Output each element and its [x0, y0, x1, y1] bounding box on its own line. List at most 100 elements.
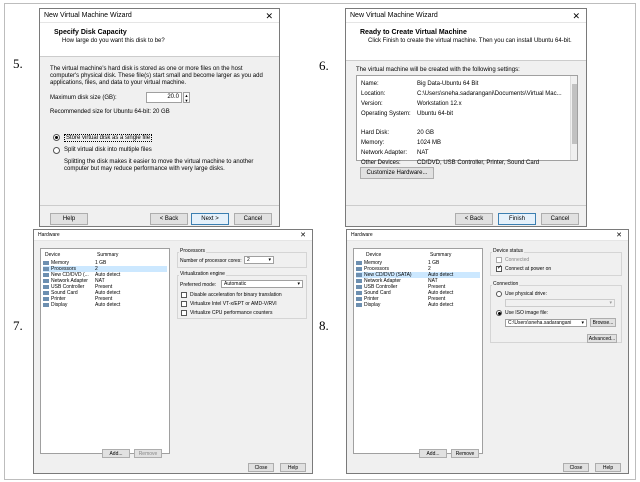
remove-device-button[interactable]: Remove [134, 449, 162, 458]
physical-drive-label: Use physical drive: [505, 291, 547, 297]
disable-acceleration-checkbox[interactable] [181, 292, 187, 298]
hardware-processors-window: Hardware ✕ Device Summary Memory 1 GB Proce… [33, 229, 313, 474]
size-spinner[interactable]: ▲ ▼ [183, 92, 190, 103]
browse-button[interactable]: Browse... [590, 318, 616, 327]
chevron-down-icon: ▾ [297, 281, 300, 287]
help-button[interactable]: Help [280, 463, 306, 472]
back-button[interactable]: < Back [455, 213, 493, 225]
close-icon[interactable]: ✕ [616, 230, 622, 241]
window-title: Hardware [351, 232, 373, 238]
connect-power-on-checkbox[interactable] [496, 264, 502, 272]
wizard-header: Specify Disk Capacity How large do you w… [40, 23, 279, 57]
help-button[interactable]: Help [50, 213, 88, 225]
close-icon[interactable]: ✕ [265, 9, 273, 23]
divider [40, 205, 279, 206]
title-bar: New Virtual Machine Wizard ✕ [346, 9, 586, 23]
cores-select[interactable]: 2 ▾ [244, 256, 274, 264]
title-bar: Hardware ✕ [347, 230, 628, 241]
setting-key: Hard Disk: [361, 130, 390, 136]
advanced-button[interactable]: Advanced... [587, 334, 617, 343]
device-icon [356, 260, 362, 265]
chevron-down-icon: ▾ [268, 257, 271, 263]
device-list: Device Summary Memory 1 GB Processors 2 New … [353, 248, 483, 454]
mode-value: Automatic [224, 281, 247, 287]
single-file-label[interactable]: Store virtual disk as a single file [64, 134, 153, 142]
device-icon [43, 260, 49, 265]
settings-intro: The virtual machine will be created with… [356, 67, 520, 73]
device-icon [356, 272, 362, 277]
iso-image-label: Use ISO image file: [505, 310, 549, 316]
device-row[interactable]: Display Auto detect [43, 302, 167, 308]
setting-value: Big Data-Ubuntu 64 Bit [417, 81, 479, 87]
connected-checkbox[interactable] [496, 257, 502, 263]
cores-value: 2 [247, 257, 250, 263]
cancel-button[interactable]: Cancel [541, 213, 579, 225]
setting-key: Other Devices: [361, 160, 401, 166]
setting-key: Network Adapter: [361, 150, 408, 156]
physical-drive-select[interactable]: ▾ [505, 299, 615, 307]
device-icon [356, 278, 362, 283]
help-button[interactable]: Help [595, 463, 621, 472]
window-title: New Virtual Machine Wizard [350, 12, 438, 19]
virtualization-group-title: Virtualization engine [179, 271, 226, 277]
device-icon [356, 302, 362, 307]
customize-hardware-button[interactable]: Customize Hardware... [360, 167, 434, 179]
device-name: Display [51, 302, 68, 308]
step-number-8: 8. [319, 318, 329, 333]
virtualize-vtx-label: Virtualize Intel VT-x/EPT or AMD-V/RVI [190, 301, 277, 307]
cpu-counters-checkbox[interactable] [181, 310, 187, 316]
disable-acceleration-label: Disable acceleration for binary translat… [190, 292, 282, 298]
cancel-button[interactable]: Cancel [234, 213, 272, 225]
close-icon[interactable]: ✕ [572, 9, 580, 23]
device-row[interactable]: Display Auto detect [356, 302, 480, 308]
device-list: Device Summary Memory 1 GB Processors 2 New … [40, 248, 170, 454]
wizard-header: Ready to Create Virtual Machine Click Fi… [346, 23, 586, 61]
disk-description: The virtual machine's hard disk is store… [50, 66, 263, 86]
device-icon [43, 296, 49, 301]
setting-value: NAT [417, 150, 429, 156]
scroll-thumb[interactable] [572, 84, 577, 144]
ready-to-create-window: New Virtual Machine Wizard ✕ Ready to Cre… [345, 8, 587, 227]
virtualize-vtx-checkbox[interactable] [181, 301, 187, 307]
multiple-files-label[interactable]: Split virtual disk into multiple files [64, 147, 152, 153]
window-title: Hardware [38, 232, 60, 238]
page-subheading: Click Finish to create the virtual machi… [368, 38, 572, 44]
connect-power-on-label: Connect at power on [505, 266, 552, 272]
device-status-title: Device status [492, 248, 525, 254]
iso-image-radio[interactable] [496, 310, 502, 316]
close-icon[interactable]: ✕ [300, 230, 306, 241]
max-size-input[interactable]: 20.0 [146, 92, 182, 103]
settings-list: Name: Big Data-Ubuntu 64 Bit Location: C:\U… [356, 75, 578, 166]
connected-label: Connected [505, 257, 530, 263]
step-number-5: 5. [13, 56, 23, 71]
chevron-down-icon: ▾ [609, 300, 612, 306]
device-icon [43, 284, 49, 289]
add-device-button[interactable]: Add... [102, 449, 130, 458]
chevron-down-icon: ▾ [581, 320, 584, 326]
setting-key: Version: [361, 101, 383, 107]
next-button[interactable]: Next > [191, 213, 229, 225]
col-summary-header: Summary [97, 252, 119, 258]
add-device-button[interactable]: Add... [419, 449, 447, 458]
setting-value: CD/DVD, USB Controller, Printer, Sound C… [417, 160, 540, 166]
close-button[interactable]: Close [563, 463, 589, 472]
single-file-radio[interactable] [53, 134, 60, 141]
remove-device-button[interactable]: Remove [451, 449, 479, 458]
back-button[interactable]: < Back [150, 213, 188, 225]
divider [346, 205, 586, 206]
device-icon [43, 272, 49, 277]
recommended-size: Recommended size for Ubuntu 64-bit: 20 G… [50, 109, 170, 115]
close-button[interactable]: Close [248, 463, 274, 472]
finish-button[interactable]: Finish [498, 213, 536, 225]
settings-scrollbar[interactable] [570, 76, 577, 160]
mode-label: Preferred mode: [180, 282, 217, 288]
iso-path-input[interactable]: C:\Users\sneha.sadarangani ▾ [505, 319, 587, 327]
setting-value: C:\Users\sneha.sadarangani\Documents\Vir… [417, 91, 562, 97]
setting-value: Workstation 12.x [417, 101, 462, 107]
split-description: Splitting the disk makes it easier to mo… [64, 159, 254, 172]
multiple-files-radio[interactable] [53, 147, 60, 154]
mode-select[interactable]: Automatic ▾ [221, 280, 303, 288]
device-summary: Auto detect [95, 302, 121, 308]
device-status-group [490, 252, 622, 276]
physical-drive-radio[interactable] [496, 291, 502, 297]
